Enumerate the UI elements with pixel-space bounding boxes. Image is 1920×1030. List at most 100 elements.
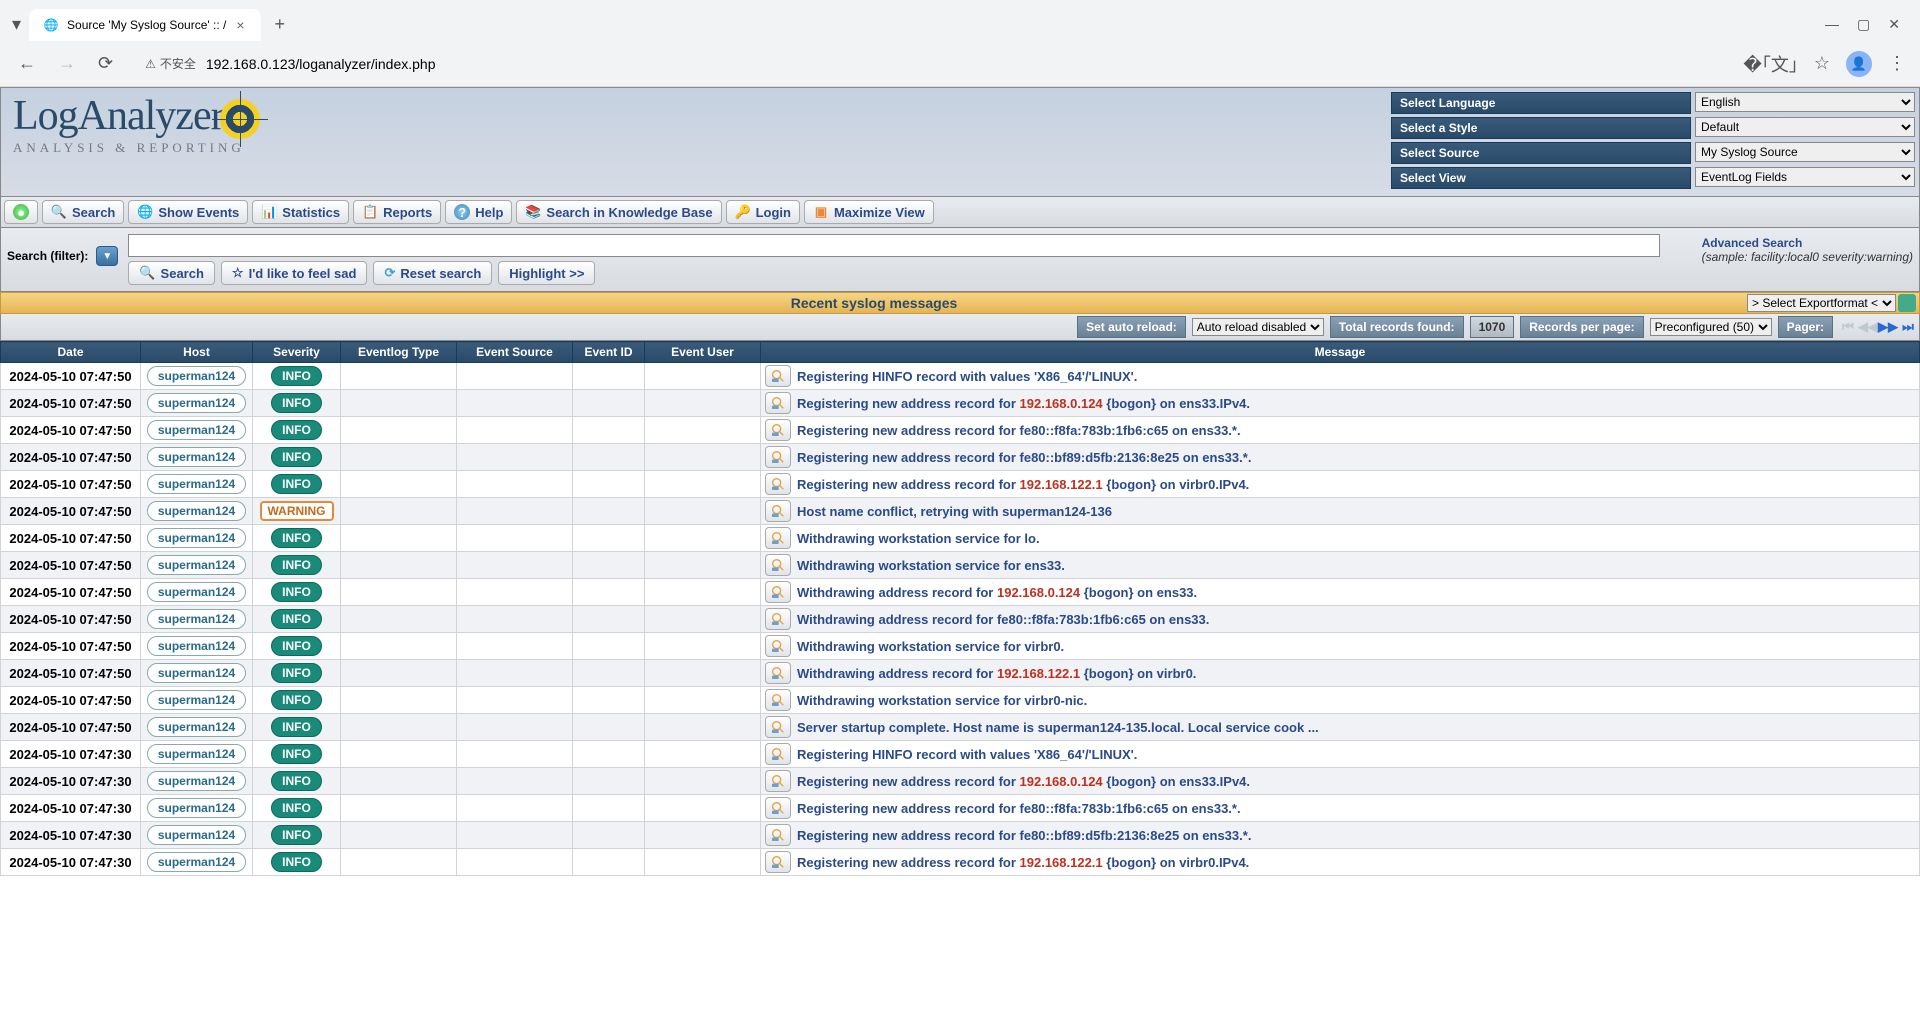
host-pill[interactable]: superman124 — [147, 447, 246, 467]
host-pill[interactable]: superman124 — [147, 744, 246, 764]
severity-pill[interactable]: INFO — [271, 447, 322, 467]
pager-first-button[interactable]: ⏮ — [1839, 318, 1857, 336]
host-pill[interactable]: superman124 — [147, 852, 246, 872]
message-text[interactable]: Registering new address record for 192.1… — [797, 396, 1250, 411]
message-detail-icon[interactable] — [765, 770, 791, 792]
host-pill[interactable]: superman124 — [147, 798, 246, 818]
tab-list-button[interactable]: ▾ — [8, 10, 25, 39]
severity-pill[interactable]: INFO — [271, 420, 322, 440]
message-detail-icon[interactable] — [765, 500, 791, 522]
host-pill[interactable]: superman124 — [147, 420, 246, 440]
message-text[interactable]: Registering HINFO record with values 'X8… — [797, 369, 1137, 384]
severity-pill[interactable]: INFO — [271, 474, 322, 494]
minimize-button[interactable]: — — [1825, 16, 1839, 33]
severity-pill[interactable]: INFO — [271, 393, 322, 413]
col-event-id[interactable]: Event ID — [573, 342, 645, 363]
rpp-select[interactable]: Preconfigured (50) — [1650, 318, 1772, 336]
message-detail-icon[interactable] — [765, 446, 791, 468]
language-select[interactable]: English — [1695, 92, 1915, 112]
severity-pill[interactable]: INFO — [271, 798, 322, 818]
insecure-icon[interactable]: ⚠ 不安全 — [145, 55, 196, 72]
host-pill[interactable]: superman124 — [147, 528, 246, 548]
menu-help[interactable]: ?Help — [445, 200, 512, 224]
col-severity[interactable]: Severity — [253, 342, 341, 363]
forward-button[interactable]: → — [54, 49, 80, 78]
source-select[interactable]: My Syslog Source — [1695, 142, 1915, 162]
back-button[interactable]: ← — [14, 49, 40, 78]
message-text[interactable]: Withdrawing workstation service for virb… — [797, 693, 1087, 708]
severity-pill[interactable]: INFO — [271, 609, 322, 629]
maximize-button[interactable]: ▢ — [1857, 16, 1870, 33]
host-pill[interactable]: superman124 — [147, 366, 246, 386]
menu-search[interactable]: 🔍Search — [42, 200, 124, 224]
message-text[interactable]: Registering new address record for fe80:… — [797, 423, 1241, 438]
export-button[interactable] — [1898, 294, 1916, 312]
menu-icon[interactable]: ⋮ — [1888, 53, 1906, 74]
severity-pill[interactable]: INFO — [271, 717, 322, 737]
col-event-source[interactable]: Event Source — [457, 342, 573, 363]
severity-pill[interactable]: INFO — [271, 663, 322, 683]
reset-button[interactable]: ⟳Reset search — [373, 261, 492, 285]
message-detail-icon[interactable] — [765, 527, 791, 549]
pager-next-button[interactable]: ▶▶ — [1879, 318, 1897, 336]
severity-pill[interactable]: INFO — [271, 690, 322, 710]
menu-maximize[interactable]: ▣Maximize View — [804, 200, 934, 224]
host-pill[interactable]: superman124 — [147, 501, 246, 521]
menu-reports[interactable]: 📋Reports — [353, 200, 441, 224]
host-pill[interactable]: superman124 — [147, 582, 246, 602]
new-tab-button[interactable]: + — [265, 8, 296, 41]
message-text[interactable]: Withdrawing workstation service for virb… — [797, 639, 1064, 654]
message-text[interactable]: Withdrawing address record for 192.168.0… — [797, 585, 1197, 600]
message-text[interactable]: Server startup complete. Host name is su… — [797, 720, 1319, 735]
browser-tab[interactable]: 🌐 Source 'My Syslog Source' :: / × — [29, 9, 261, 41]
message-detail-icon[interactable] — [765, 635, 791, 657]
severity-pill[interactable]: INFO — [271, 771, 322, 791]
host-pill[interactable]: superman124 — [147, 717, 246, 737]
message-detail-icon[interactable] — [765, 608, 791, 630]
message-detail-icon[interactable] — [765, 743, 791, 765]
message-detail-icon[interactable] — [765, 365, 791, 387]
message-text[interactable]: Registering new address record for fe80:… — [797, 828, 1251, 843]
severity-pill[interactable]: INFO — [271, 636, 322, 656]
message-detail-icon[interactable] — [765, 392, 791, 414]
message-detail-icon[interactable] — [765, 473, 791, 495]
host-pill[interactable]: superman124 — [147, 825, 246, 845]
pager-prev-button[interactable]: ◀◀ — [1859, 318, 1877, 336]
menu-statistics[interactable]: 📊Statistics — [252, 200, 349, 224]
severity-pill[interactable]: INFO — [271, 366, 322, 386]
message-text[interactable]: Registering new address record for fe80:… — [797, 450, 1251, 465]
menu-kb[interactable]: 📚Search in Knowledge Base — [516, 200, 721, 224]
host-pill[interactable]: superman124 — [147, 771, 246, 791]
severity-pill[interactable]: INFO — [271, 528, 322, 548]
message-detail-icon[interactable] — [765, 824, 791, 846]
status-button[interactable]: ● — [4, 200, 38, 224]
menu-login[interactable]: 🔑Login — [726, 200, 800, 224]
bookmark-icon[interactable]: ☆ — [1814, 53, 1830, 74]
profile-button[interactable]: 👤 — [1846, 51, 1872, 77]
url-input[interactable]: ⚠ 不安全 192.168.0.123/loganalyzer/index.ph… — [131, 49, 531, 78]
reload-button[interactable]: ⟳ — [94, 49, 117, 78]
message-detail-icon[interactable] — [765, 797, 791, 819]
message-detail-icon[interactable] — [765, 554, 791, 576]
col-message[interactable]: Message — [761, 342, 1920, 363]
search-button[interactable]: 🔍Search — [128, 261, 215, 285]
severity-pill[interactable]: WARNING — [260, 501, 334, 521]
host-pill[interactable]: superman124 — [147, 663, 246, 683]
message-text[interactable]: Withdrawing workstation service for lo. — [797, 531, 1040, 546]
highlight-button[interactable]: Highlight >> — [498, 261, 595, 285]
message-text[interactable]: Registering new address record for fe80:… — [797, 801, 1241, 816]
col-eventlog-type[interactable]: Eventlog Type — [341, 342, 457, 363]
close-icon[interactable]: × — [234, 17, 246, 33]
close-window-button[interactable]: ✕ — [1888, 16, 1900, 33]
message-detail-icon[interactable] — [765, 581, 791, 603]
message-detail-icon[interactable] — [765, 716, 791, 738]
host-pill[interactable]: superman124 — [147, 690, 246, 710]
message-detail-icon[interactable] — [765, 851, 791, 873]
col-date[interactable]: Date — [1, 342, 141, 363]
advanced-search-link[interactable]: Advanced Search — [1702, 236, 1913, 250]
severity-pill[interactable]: INFO — [271, 825, 322, 845]
logo[interactable]: LogAnalyzer ANALYSIS & REPORTING — [1, 88, 272, 160]
message-detail-icon[interactable] — [765, 419, 791, 441]
menu-show-events[interactable]: 🌐Show Events — [128, 200, 248, 224]
host-pill[interactable]: superman124 — [147, 555, 246, 575]
